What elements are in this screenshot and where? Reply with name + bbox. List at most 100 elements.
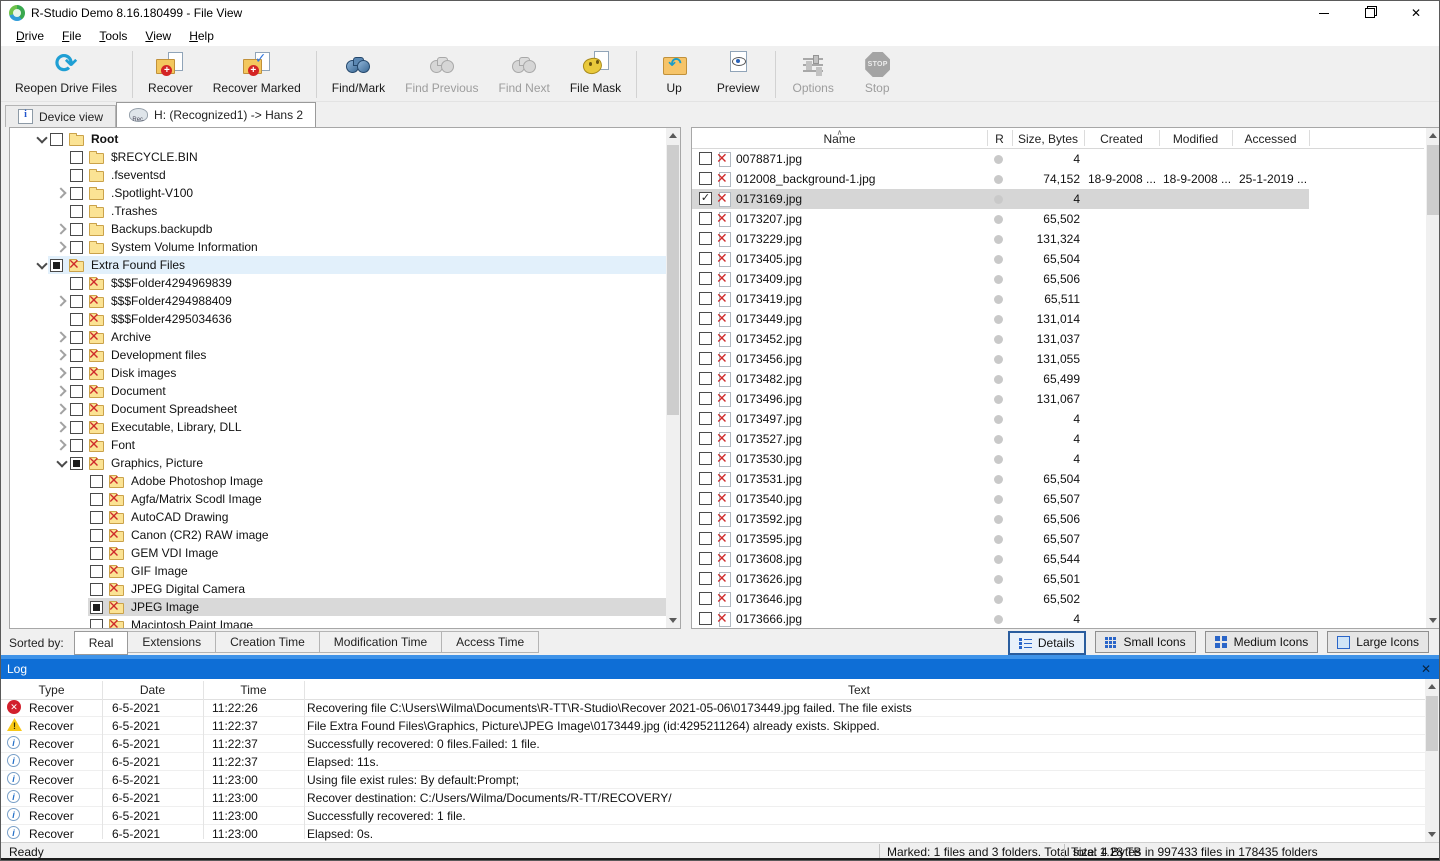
sort-tab-modification-time[interactable]: Modification Time [320, 631, 442, 653]
file-row-0173497-jpg[interactable]: 0173497.jpg4 [692, 409, 1424, 429]
tree-checkbox[interactable] [90, 547, 103, 560]
tree-scroll-up-icon[interactable] [666, 128, 680, 143]
menu-help[interactable]: Help [180, 27, 223, 45]
log-scrollbar-thumb[interactable] [1426, 696, 1438, 751]
file-checkbox[interactable] [699, 512, 712, 525]
tree-scroll-down-icon[interactable] [666, 613, 680, 628]
chevron-right-icon[interactable] [55, 385, 66, 396]
tree-checkbox[interactable] [70, 421, 83, 434]
column-header-created[interactable]: Created [1084, 132, 1159, 146]
sort-tab-access-time[interactable]: Access Time [442, 631, 539, 653]
preview-button[interactable]: Preview [706, 48, 770, 101]
tree-item-backups-backupdb[interactable]: Backups.backupdb [10, 220, 666, 238]
tree-checkbox[interactable] [70, 277, 83, 290]
file-row-0173626-jpg[interactable]: 0173626.jpg65,501 [692, 569, 1424, 589]
file-row-0173405-jpg[interactable]: 0173405.jpg65,504 [692, 249, 1424, 269]
tree-item-folder4295034636[interactable]: $$$Folder4295034636 [10, 310, 666, 328]
column-header-r[interactable]: R [987, 132, 1012, 146]
tree-checkbox[interactable] [70, 367, 83, 380]
file-row-0173540-jpg[interactable]: 0173540.jpg65,507 [692, 489, 1424, 509]
log-row[interactable]: Recover6-5-202111:23:00Recover destinati… [1, 789, 1425, 807]
chevron-right-icon[interactable] [55, 349, 66, 360]
tree-checkbox[interactable] [70, 457, 83, 470]
tree-checkbox[interactable] [70, 403, 83, 416]
chevron-right-icon[interactable] [55, 367, 66, 378]
chevron-down-icon[interactable] [36, 132, 47, 143]
tree-checkbox[interactable] [70, 331, 83, 344]
log-row[interactable]: Recover6-5-202111:22:37File Extra Found … [1, 717, 1425, 735]
log-row[interactable]: Recover6-5-202111:23:00Using file exist … [1, 771, 1425, 789]
file-list-header[interactable]: NameRSize, BytesCreatedModifiedAccessed [692, 128, 1424, 149]
tree-item-jpeg-digital-camera[interactable]: JPEG Digital Camera [10, 580, 666, 598]
column-header-modified[interactable]: Modified [1159, 132, 1232, 146]
tree-checkbox[interactable] [70, 151, 83, 164]
file-checkbox[interactable] [699, 272, 712, 285]
log-column-text[interactable]: Text [304, 683, 1414, 697]
file-scrollbar-thumb[interactable] [1427, 145, 1439, 215]
log-column-time[interactable]: Time [203, 683, 304, 697]
tree-checkbox[interactable] [90, 475, 103, 488]
tree-item-archive[interactable]: Archive [10, 328, 666, 346]
file-row-0173496-jpg[interactable]: 0173496.jpg131,067 [692, 389, 1424, 409]
file-row-0173527-jpg[interactable]: 0173527.jpg4 [692, 429, 1424, 449]
file-checkbox[interactable] [699, 492, 712, 505]
tree-item-system-volume-information[interactable]: System Volume Information [10, 238, 666, 256]
log-scrollbar[interactable] [1425, 679, 1439, 842]
tab-h-recognized1-hans-2[interactable]: H: (Recognized1) -> Hans 2 [116, 102, 316, 127]
chevron-right-icon[interactable] [55, 223, 66, 234]
tree-item-agfa-matrix-scodl-image[interactable]: Agfa/Matrix Scodl Image [10, 490, 666, 508]
tree-checkbox[interactable] [70, 241, 83, 254]
file-checkbox[interactable] [699, 472, 712, 485]
menu-file[interactable]: File [53, 27, 90, 45]
tree-item-root[interactable]: Root [10, 130, 666, 148]
tree-item-fseventsd[interactable]: .fseventsd [10, 166, 666, 184]
file-checkbox[interactable] [699, 552, 712, 565]
tree-checkbox[interactable] [70, 169, 83, 182]
menu-drive[interactable]: Drive [7, 27, 53, 45]
file-checkbox[interactable] [699, 572, 712, 585]
details-view-button[interactable]: Details [1008, 631, 1086, 655]
chevron-right-icon[interactable] [55, 403, 66, 414]
log-scroll-up-icon[interactable] [1425, 679, 1439, 694]
log-close-icon[interactable] [1421, 659, 1431, 679]
tree-item-spotlight-v100[interactable]: .Spotlight-V100 [10, 184, 666, 202]
chevron-right-icon[interactable] [55, 241, 66, 252]
file-checkbox[interactable] [699, 212, 712, 225]
file-checkbox[interactable] [699, 372, 712, 385]
medium-icons-view-button[interactable]: Medium Icons [1205, 631, 1319, 653]
log-row[interactable]: Recover6-5-202111:23:00Successfully reco… [1, 807, 1425, 825]
chevron-right-icon[interactable] [55, 439, 66, 450]
tree-checkbox[interactable] [70, 205, 83, 218]
tree-checkbox[interactable] [90, 493, 103, 506]
tree-item-document[interactable]: Document [10, 382, 666, 400]
tree-scrollbar[interactable] [666, 128, 680, 628]
tree-checkbox[interactable] [90, 619, 103, 629]
file-row-0173456-jpg[interactable]: 0173456.jpg131,055 [692, 349, 1424, 369]
tree-item-gem-vdi-image[interactable]: GEM VDI Image [10, 544, 666, 562]
log-header[interactable]: TypeDateTimeText [1, 679, 1439, 700]
file-checkbox[interactable] [699, 392, 712, 405]
menu-view[interactable]: View [136, 27, 180, 45]
tree-item-recycle-bin[interactable]: $RECYCLE.BIN [10, 148, 666, 166]
file-checkbox[interactable] [699, 592, 712, 605]
log-row[interactable]: Recover6-5-202111:22:26Recovering file C… [1, 699, 1425, 717]
tree-checkbox[interactable] [50, 259, 63, 272]
tree-checkbox[interactable] [50, 133, 63, 146]
tree-checkbox[interactable] [70, 313, 83, 326]
file-row-0173530-jpg[interactable]: 0173530.jpg4 [692, 449, 1424, 469]
file-row-0173207-jpg[interactable]: 0173207.jpg65,502 [692, 209, 1424, 229]
close-button[interactable] [1393, 1, 1439, 25]
tree-checkbox[interactable] [70, 295, 83, 308]
log-row[interactable]: Recover6-5-202111:23:00Elapsed: 0s. [1, 825, 1425, 842]
file-row-0173229-jpg[interactable]: 0173229.jpg131,324 [692, 229, 1424, 249]
tree-scrollbar-thumb[interactable] [667, 145, 679, 415]
file-scroll-down-icon[interactable] [1426, 613, 1440, 628]
tab-device-view[interactable]: Device view [5, 105, 116, 127]
log-row[interactable]: Recover6-5-202111:22:37Elapsed: 11s. [1, 753, 1425, 771]
file-row-0173531-jpg[interactable]: 0173531.jpg65,504 [692, 469, 1424, 489]
file-checkbox[interactable] [699, 232, 712, 245]
file-checkbox[interactable] [699, 312, 712, 325]
file-row-0078871-jpg[interactable]: 0078871.jpg4 [692, 149, 1424, 169]
chevron-right-icon[interactable] [55, 421, 66, 432]
sort-tab-extensions[interactable]: Extensions [128, 631, 216, 653]
